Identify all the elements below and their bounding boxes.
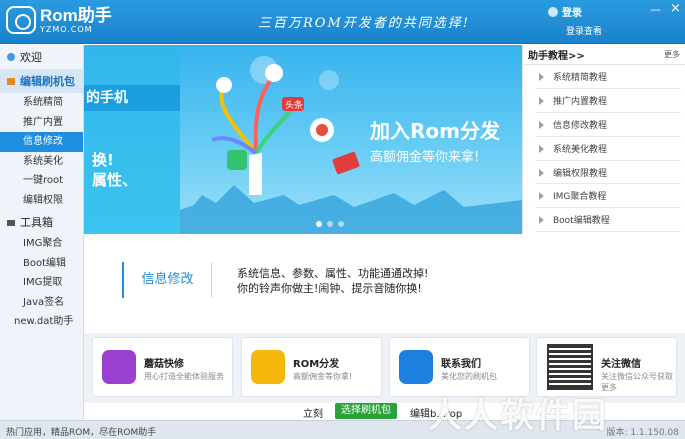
app-slogan: 三百万ROM开发者的共同选择! (258, 16, 470, 31)
action-suffix: 编辑b...rop (410, 409, 463, 420)
tutorial-link[interactable]: 系统精简教程 (535, 65, 681, 89)
card-rom-distribute[interactable]: ROM分发 高额佣金等你拿! (241, 337, 382, 397)
sidebar-tool-item[interactable]: Boot编辑 (0, 254, 83, 274)
sidebar-item[interactable]: 系统精简 (0, 93, 83, 113)
logo-url: YZMO.COM (40, 24, 93, 34)
sidebar-item[interactable]: 系统美化 (0, 152, 83, 172)
sidebar-item[interactable]: 推广内置 (0, 113, 83, 133)
package-icon (6, 76, 16, 86)
wechat-qr-code (547, 344, 593, 390)
tutorial-link[interactable]: IMG聚合教程 (535, 184, 681, 209)
feature-info-line2: 你的铃声你做主!闹钟、提示音随你换! (237, 282, 422, 295)
user-area[interactable]: 登录 登录查看 (548, 4, 602, 37)
banner-badge-text: 头条 (285, 99, 303, 111)
toolbox-icon (6, 217, 16, 227)
app-logo: Rom助手 YZMO.COM (6, 6, 112, 34)
sidebar-tool-item[interactable]: IMG聚合 (0, 234, 83, 254)
sidebar-tool-item[interactable]: Java签名 (0, 293, 83, 313)
tutorial-title: 助手教程>> (528, 51, 585, 62)
login-sub-link[interactable]: 登录查看 (566, 24, 602, 37)
action-prefix: 立刻 (303, 409, 323, 420)
select-package-button[interactable]: 选择刷机包 (335, 403, 397, 419)
card-contact-us[interactable]: 联系我们 美化您的刷机包 (389, 337, 530, 397)
banner-subtitle: 高额佣金等你来拿! (370, 150, 480, 165)
sidebar-section-edit[interactable]: 编辑刷机包 (0, 69, 83, 93)
sidebar-item[interactable]: 编辑权限 (0, 191, 83, 211)
feature-info-line1: 系统信息、参数、属性、功能通通改掉! (237, 267, 429, 280)
promo-banner[interactable]: 的手机 换! 属性、 头条 加入Rom分发 高额佣金等你来拿! (84, 45, 522, 234)
card-follow-wechat[interactable]: 关注微信 关注微信公众号获取更多 (536, 337, 677, 397)
sidebar-welcome[interactable]: 欢迎 (0, 45, 83, 69)
sidebar-tool-item[interactable]: new.dat助手 (0, 312, 83, 332)
tutorial-link[interactable]: 编辑权限教程 (535, 161, 681, 185)
close-button[interactable]: × (670, 1, 681, 16)
feature-cards: 蘑菇快修 用心打造全能体验服务 ROM分发 高额佣金等你拿! 联系我们 美化您的… (84, 333, 685, 403)
version-label: 版本: 1.1.150.08 (606, 428, 679, 438)
card-mogu-repair[interactable]: 蘑菇快修 用心打造全能体验服务 (92, 337, 233, 397)
login-label[interactable]: 登录 (562, 4, 582, 19)
user-avatar-icon (548, 6, 558, 17)
contact-icon (399, 350, 433, 384)
sidebar-item[interactable]: 一键root (0, 171, 83, 191)
tutorial-link[interactable]: 信息修改教程 (535, 113, 681, 137)
banner-dot[interactable] (327, 221, 333, 227)
banner-title: 加入Rom分发 (370, 119, 500, 143)
welcome-icon (6, 52, 16, 62)
tutorial-link[interactable]: 推广内置教程 (535, 89, 681, 113)
tutorial-link[interactable]: 系统美化教程 (535, 137, 681, 161)
logo-icon (6, 6, 36, 34)
sidebar-tool-item[interactable]: IMG提取 (0, 273, 83, 293)
sidebar: 欢迎 编辑刷机包 系统精简 推广内置 信息修改 系统美化 一键root 编辑权限 工具箱 … (0, 45, 84, 425)
feature-info-label: 信息修改 (122, 262, 212, 298)
repair-icon (102, 350, 136, 384)
sidebar-section-tools[interactable]: 工具箱 (0, 210, 83, 234)
tutorial-link[interactable]: Boot编辑教程 (535, 208, 681, 233)
tutorial-more-link[interactable]: 更多 (664, 49, 680, 60)
status-bar: 热门应用，精品ROM，尽在ROM助手 版本: 1.1.150.08 (0, 420, 685, 439)
banner-dot[interactable] (338, 221, 344, 227)
tutorial-panel: 助手教程>> 更多 系统精简教程 推广内置教程 信息修改教程 系统美化教程 编辑权限教程… (522, 45, 685, 234)
title-bar: Rom助手 YZMO.COM 三百万ROM开发者的共同选择! 登录 登录查看 —… (0, 0, 685, 44)
feature-info: 信息修改 系统信息、参数、属性、功能通通改掉! 你的铃声你做主!闹钟、提示音随你… (84, 234, 685, 333)
logo-name: Rom助手 (40, 5, 112, 25)
banner-pager[interactable] (316, 221, 344, 227)
action-bar: 立刻 选择刷机包 编辑b...rop (84, 403, 685, 420)
banner-dot[interactable] (316, 221, 322, 227)
status-text[interactable]: 热门应用，精品ROM，尽在ROM助手 (6, 425, 156, 438)
distribute-icon (251, 350, 285, 384)
minimize-button[interactable]: — (650, 3, 661, 16)
sidebar-item[interactable]: 信息修改 (0, 132, 83, 152)
